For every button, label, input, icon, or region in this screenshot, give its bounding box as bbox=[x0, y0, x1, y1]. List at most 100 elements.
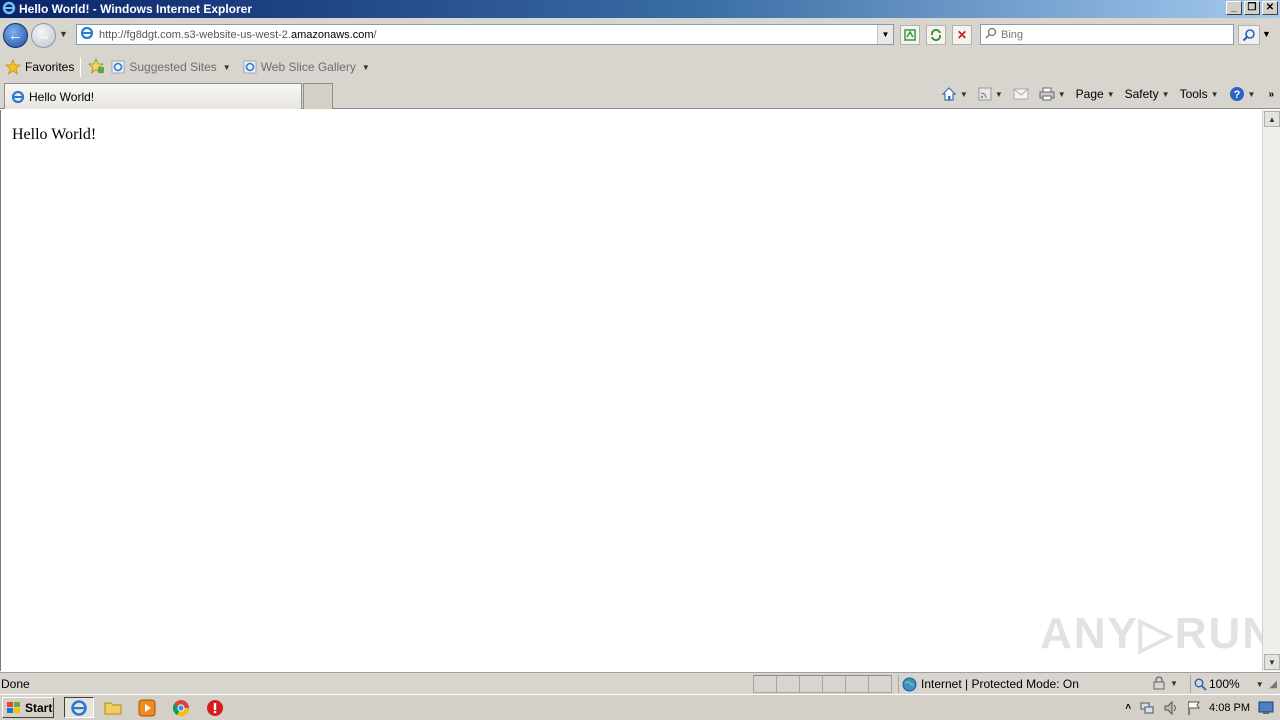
print-dropdown-icon[interactable]: ▼ bbox=[1058, 90, 1066, 99]
page-ie-icon bbox=[80, 26, 94, 43]
navigation-bar: ← → ▼ http://fg8dgt.com.s3-website-us-we… bbox=[0, 18, 1280, 52]
media-player-icon bbox=[138, 699, 156, 716]
status-pane bbox=[753, 675, 777, 693]
more-commands-chevron-icon[interactable]: » bbox=[1268, 89, 1274, 100]
browser-chrome: ← → ▼ http://fg8dgt.com.s3-website-us-we… bbox=[0, 18, 1280, 109]
suggested-sites-link[interactable]: Suggested Sites ▼ bbox=[111, 60, 231, 74]
minimize-button[interactable]: _ bbox=[1226, 1, 1242, 15]
restore-button[interactable]: ❐ bbox=[1244, 1, 1260, 15]
clock[interactable]: 4:08 PM bbox=[1209, 702, 1250, 714]
stop-button[interactable]: ✕ bbox=[952, 25, 972, 45]
action-center-flag-icon[interactable] bbox=[1187, 700, 1201, 716]
start-button[interactable]: Start bbox=[2, 697, 54, 718]
favorites-separator bbox=[80, 57, 82, 77]
help-button[interactable]: ? ▼ bbox=[1226, 86, 1259, 102]
address-dropdown-icon[interactable]: ▼ bbox=[877, 25, 893, 44]
tab-title: Hello World! bbox=[29, 89, 95, 104]
taskbar-security-app[interactable] bbox=[200, 697, 230, 718]
command-bar: ▼ ▼ ▼ Page ▼ Safety ▼ Tools ▼ ? ▼ » bbox=[938, 86, 1274, 102]
taskbar-media-player[interactable] bbox=[132, 697, 162, 718]
forward-button[interactable]: → bbox=[31, 23, 56, 48]
feeds-button[interactable]: ▼ bbox=[975, 87, 1006, 101]
compatibility-view-button[interactable] bbox=[900, 25, 920, 45]
read-mail-button[interactable] bbox=[1010, 88, 1032, 100]
web-slice-gallery-ie-icon bbox=[243, 60, 257, 74]
web-slice-gallery-dropdown-icon[interactable]: ▼ bbox=[362, 63, 370, 72]
window-title: Hello World! - Windows Internet Explorer bbox=[19, 2, 253, 16]
stop-icon: ✕ bbox=[956, 28, 968, 42]
status-pane bbox=[868, 675, 892, 693]
zoom-magnifier-icon bbox=[1194, 678, 1207, 691]
protected-mode-dropdown-icon[interactable]: ▼ bbox=[1170, 679, 1178, 688]
url-text[interactable]: http://fg8dgt.com.s3-website-us-west-2.a… bbox=[99, 29, 377, 41]
status-pane bbox=[845, 675, 869, 693]
favorites-label: Favorites bbox=[25, 60, 75, 74]
zoom-level: 100% bbox=[1209, 677, 1240, 691]
address-bar[interactable]: http://fg8dgt.com.s3-website-us-west-2.a… bbox=[76, 24, 894, 45]
status-panes bbox=[753, 675, 892, 693]
taskbar-internet-explorer[interactable] bbox=[64, 697, 94, 718]
add-to-favorites-bar-icon[interactable] bbox=[87, 57, 105, 77]
status-pane bbox=[822, 675, 846, 693]
tab-ie-icon bbox=[11, 90, 25, 103]
suggested-sites-dropdown-icon[interactable]: ▼ bbox=[223, 63, 231, 72]
taskbar: Start ˄ 4:08 PM bbox=[0, 694, 1280, 720]
vertical-scrollbar[interactable]: ▲ ▼ bbox=[1262, 110, 1280, 671]
ie-icon bbox=[2, 1, 16, 18]
safety-menu-label: Safety bbox=[1124, 87, 1159, 101]
page-menu-label: Page bbox=[1075, 87, 1104, 101]
back-arrow-icon: ← bbox=[8, 27, 23, 44]
favorites-star-icon bbox=[5, 59, 21, 75]
folder-icon bbox=[104, 702, 122, 714]
resize-grip-icon[interactable]: ◢ bbox=[1269, 679, 1277, 690]
taskbar-chrome[interactable] bbox=[166, 697, 196, 718]
mail-icon bbox=[1013, 88, 1029, 100]
search-input[interactable] bbox=[1001, 28, 1226, 41]
zoom-dropdown-icon[interactable]: ▼ bbox=[1256, 680, 1264, 689]
url-suffix: / bbox=[373, 28, 377, 41]
search-box[interactable] bbox=[980, 24, 1234, 45]
home-icon bbox=[941, 87, 957, 101]
stop-sign-icon bbox=[207, 699, 223, 716]
internet-globe-icon bbox=[902, 677, 917, 691]
show-desktop-icon[interactable] bbox=[1258, 701, 1274, 715]
help-dropdown-icon[interactable]: ▼ bbox=[1248, 90, 1256, 99]
scroll-up-arrow-icon[interactable]: ▲ bbox=[1264, 111, 1280, 127]
zoom-control[interactable]: 100% ▼ bbox=[1190, 675, 1264, 693]
protected-mode-button[interactable]: ▼ bbox=[1152, 676, 1178, 690]
tab-hello-world[interactable]: Hello World! bbox=[4, 83, 302, 109]
home-dropdown-icon[interactable]: ▼ bbox=[960, 90, 968, 99]
close-button[interactable]: ✕ bbox=[1262, 1, 1278, 15]
recent-pages-dropdown-icon[interactable]: ▼ bbox=[59, 29, 68, 39]
status-pane bbox=[799, 675, 823, 693]
back-button[interactable]: ← bbox=[3, 23, 28, 48]
start-label: Start bbox=[25, 700, 53, 715]
status-text: Done bbox=[1, 677, 30, 691]
safety-menu[interactable]: Safety ▼ bbox=[1122, 87, 1173, 101]
tools-menu[interactable]: Tools ▼ bbox=[1177, 87, 1222, 101]
web-slice-gallery-link[interactable]: Web Slice Gallery ▼ bbox=[243, 60, 370, 74]
new-tab-button[interactable] bbox=[303, 83, 333, 109]
refresh-button[interactable] bbox=[926, 25, 946, 45]
security-zone[interactable]: Internet | Protected Mode: On bbox=[898, 675, 1148, 693]
show-hidden-icons-chevron-icon[interactable]: ˄ bbox=[1125, 702, 1131, 713]
printer-icon bbox=[1039, 87, 1055, 101]
search-options-dropdown-icon[interactable]: ▼ bbox=[1262, 29, 1271, 39]
scroll-down-arrow-icon[interactable]: ▼ bbox=[1264, 654, 1280, 670]
status-bar: Done Internet | Protected Mode: On ▼ 100… bbox=[0, 672, 1280, 694]
suggested-sites-ie-icon bbox=[111, 60, 125, 74]
refresh-icon bbox=[931, 29, 941, 41]
search-button[interactable] bbox=[1238, 25, 1260, 45]
web-slice-gallery-label: Web Slice Gallery bbox=[260, 60, 356, 74]
feeds-dropdown-icon[interactable]: ▼ bbox=[995, 90, 1003, 99]
network-icon[interactable] bbox=[1139, 700, 1155, 716]
volume-icon[interactable] bbox=[1163, 700, 1179, 716]
print-button[interactable]: ▼ bbox=[1036, 87, 1069, 101]
compatibility-icon bbox=[904, 29, 916, 41]
tab-bar: Hello World! ▼ ▼ ▼ Page ▼ Safety ▼ Tools… bbox=[0, 82, 1280, 109]
forward-arrow-icon: → bbox=[36, 27, 51, 44]
favorites-button[interactable]: Favorites bbox=[5, 59, 74, 75]
home-button[interactable]: ▼ bbox=[938, 86, 971, 102]
taskbar-windows-explorer[interactable] bbox=[98, 697, 128, 718]
page-menu[interactable]: Page ▼ bbox=[1073, 87, 1118, 101]
